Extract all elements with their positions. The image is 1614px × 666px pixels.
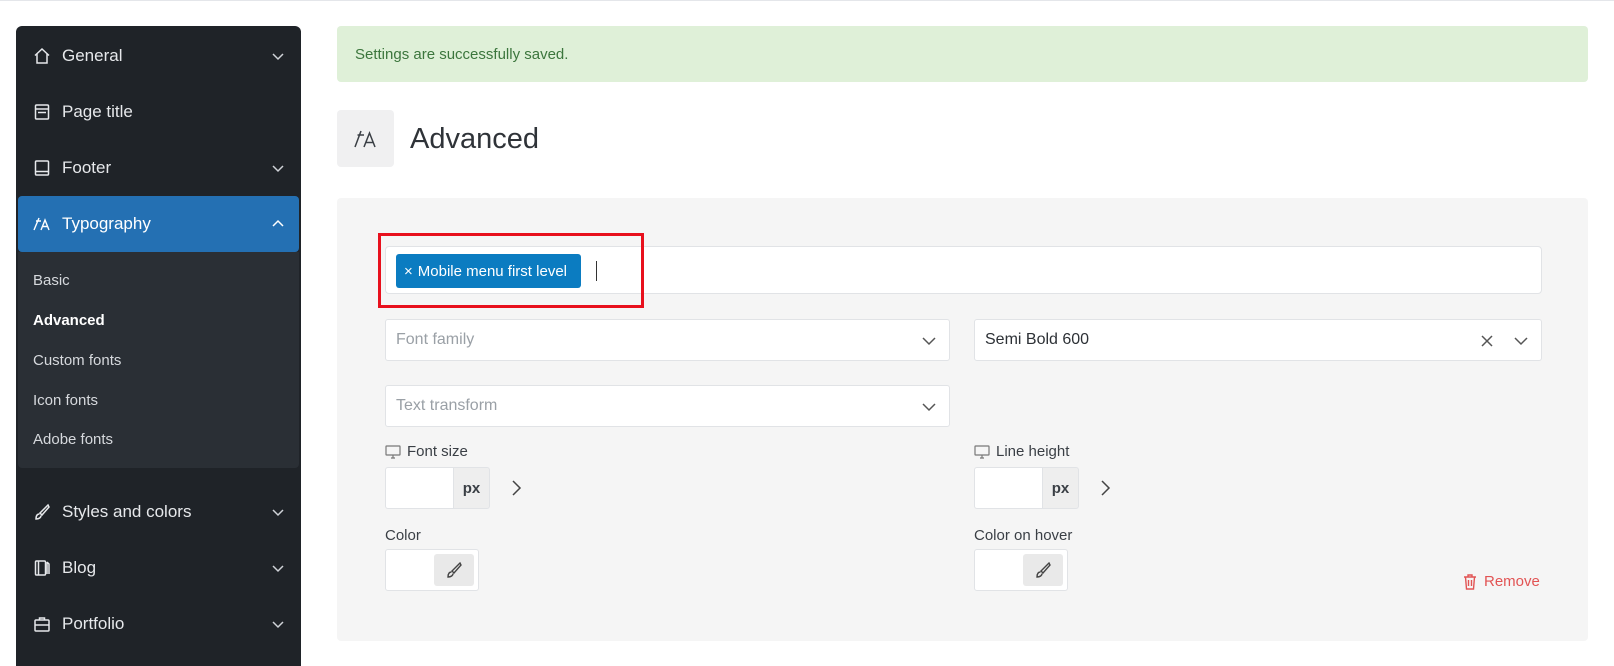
sidebar-item-label: Portfolio [62, 614, 125, 633]
chevron-down-icon [272, 53, 284, 61]
submenu-item-advanced[interactable]: Advanced [33, 312, 105, 329]
sidebar-item-styles-and-colors[interactable]: Styles and colors [18, 484, 299, 540]
remove-button[interactable]: Remove [1462, 573, 1540, 590]
chevron-up-icon [272, 219, 284, 227]
sidebar-item-label: Page title [62, 102, 133, 121]
top-divider [0, 0, 1614, 1]
text-transform-select[interactable]: Text transform [385, 385, 950, 427]
success-alert: Settings are successfully saved. [337, 26, 1588, 82]
eyedropper-icon [1036, 561, 1051, 578]
typography-submenu: Basic Advanced Custom fonts Icon fonts A… [18, 252, 299, 468]
color-picker-button[interactable] [434, 554, 474, 586]
sidebar-item-label: Styles and colors [62, 502, 192, 521]
submenu-item-custom-fonts[interactable]: Custom fonts [33, 352, 121, 369]
font-family-select[interactable]: Font family [385, 319, 950, 361]
chevron-right-icon[interactable] [506, 478, 526, 498]
sidebar-item-label: Footer [62, 158, 112, 177]
color-hover-label: Color on hover [974, 527, 1072, 544]
typography-icon [337, 110, 394, 167]
line-height-input-group: px [974, 467, 1079, 509]
submenu-item-basic[interactable]: Basic [33, 272, 70, 289]
font-weight-value: Semi Bold 600 [985, 331, 1090, 348]
trash-icon [1464, 574, 1476, 590]
font-size-label-text: Font size [407, 443, 468, 460]
annotation-highlight-box [378, 233, 644, 308]
sidebar-item-footer[interactable]: Footer [18, 140, 299, 196]
text-transform-placeholder: Text transform [396, 397, 498, 414]
desktop-icon [974, 444, 990, 459]
font-weight-select[interactable]: Semi Bold 600 [974, 319, 1542, 361]
font-size-unit: px [453, 467, 490, 509]
close-icon[interactable] [1479, 333, 1495, 349]
alert-message: Settings are successfully saved. [355, 45, 569, 63]
sidebar-item-label: Typography [62, 214, 151, 233]
brush-icon [32, 502, 52, 522]
color-label: Color [385, 527, 421, 544]
chevron-down-icon [272, 565, 284, 573]
sidebar-item-typography[interactable]: Typography [18, 196, 299, 252]
submenu-item-icon-fonts[interactable]: Icon fonts [33, 392, 98, 409]
chevron-right-icon[interactable] [1095, 478, 1115, 498]
line-height-input[interactable] [974, 467, 1042, 509]
blog-icon [32, 558, 52, 578]
chevron-down-icon [272, 621, 284, 629]
chevron-down-icon[interactable] [1513, 333, 1529, 349]
sidebar-item-portfolio[interactable]: Portfolio [18, 596, 299, 652]
color-hover-label-text: Color on hover [974, 527, 1073, 544]
chevron-down-icon [272, 509, 284, 517]
line-height-label: Line height [974, 443, 1069, 460]
footer-icon [32, 158, 52, 178]
submenu-item-adobe-fonts[interactable]: Adobe fonts [33, 431, 113, 448]
chevron-down-icon [272, 165, 284, 173]
sidebar-item-blog[interactable]: Blog [18, 540, 299, 596]
color-label-text: Color [385, 527, 421, 544]
chevron-down-icon[interactable] [921, 333, 937, 349]
sidebar-item-general[interactable]: General [18, 28, 299, 84]
remove-label: Remove [1484, 573, 1540, 590]
sidebar-item-page-title[interactable]: Page title [18, 84, 299, 140]
sidebar-item-label: Blog [62, 558, 97, 577]
settings-sidebar: General Page title Footer Typography Bas… [16, 26, 301, 666]
color-picker-button[interactable] [1023, 554, 1063, 586]
font-size-input[interactable] [385, 467, 453, 509]
desktop-icon [385, 444, 401, 459]
chevron-down-icon[interactable] [921, 399, 937, 415]
line-height-label-text: Line height [996, 443, 1070, 460]
color-hover-input[interactable] [974, 549, 1068, 591]
font-size-input-group: px [385, 467, 490, 509]
home-icon [32, 46, 52, 66]
font-family-placeholder: Font family [396, 331, 475, 348]
line-height-unit: px [1042, 467, 1079, 509]
typography-icon [32, 214, 52, 234]
page-title: Advanced [410, 123, 539, 155]
sidebar-item-label: General [62, 46, 123, 65]
page-icon [32, 102, 52, 122]
eyedropper-icon [447, 561, 462, 578]
color-input[interactable] [385, 549, 479, 591]
font-size-label: Font size [385, 443, 468, 460]
briefcase-icon [32, 614, 52, 634]
